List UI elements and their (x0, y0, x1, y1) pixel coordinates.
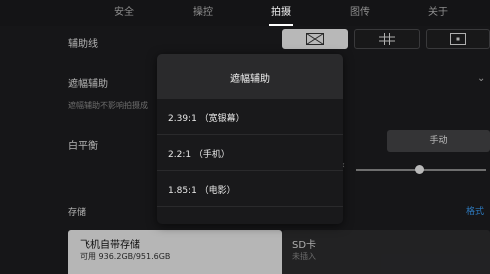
modal-header: 遮幅辅助 (157, 54, 343, 99)
mask-option-label: 1.85:1 （电影） (168, 186, 236, 196)
tab-transmission[interactable]: 图传 (335, 0, 385, 26)
mask-option-2-39[interactable]: 2.39:1 （宽银幕） (157, 99, 343, 135)
tab-control[interactable]: 操控 (178, 0, 228, 26)
mask-option-1-85[interactable]: 1.85:1 （电影） (157, 171, 343, 207)
tab-camera-label: 拍摄 (271, 7, 291, 18)
mask-assist-modal: 遮幅辅助 2.39:1 （宽银幕） 2.2:1 （手机） 1.85:1 （电影） (157, 54, 343, 224)
mask-option-2-2[interactable]: 2.2:1 （手机） (157, 135, 343, 171)
tab-camera[interactable]: 拍摄 (256, 0, 306, 26)
mask-option-label: 2.2:1 （手机） (168, 150, 230, 160)
tab-safety[interactable]: 安全 (99, 0, 149, 26)
tab-bar: 安全 操控 拍摄 图传 关于 (0, 0, 490, 26)
modal-title: 遮幅辅助 (230, 74, 270, 85)
mask-option-label: 2.39:1 （宽银幕） (168, 114, 245, 124)
tab-about[interactable]: 关于 (413, 0, 463, 26)
